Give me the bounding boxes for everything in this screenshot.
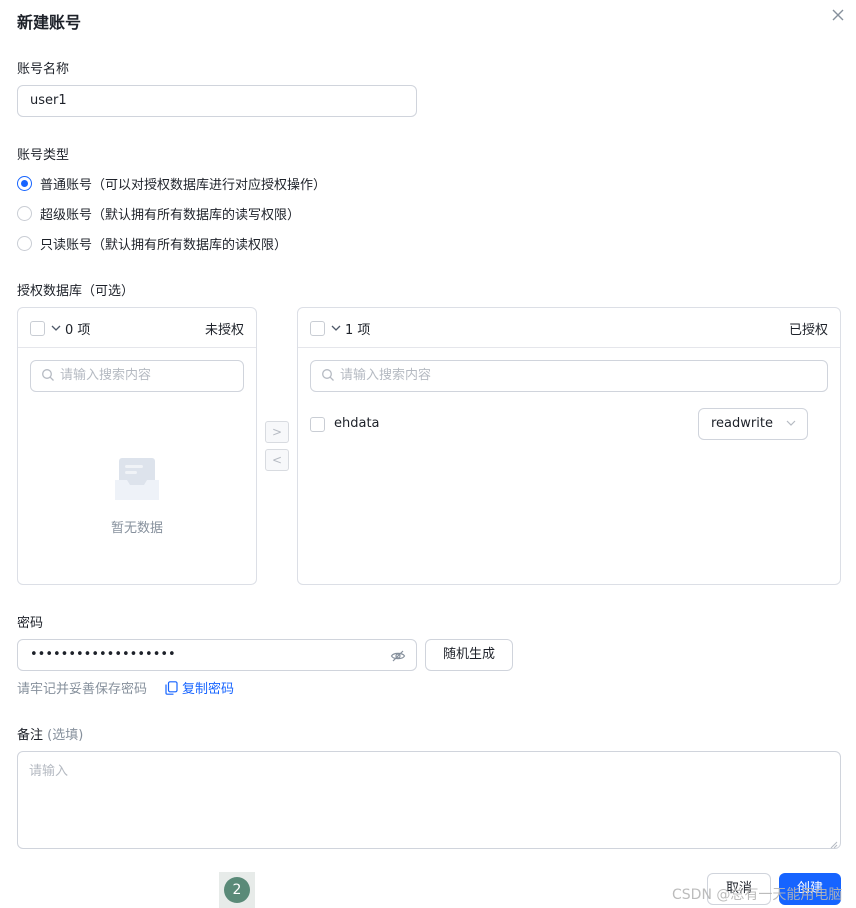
radio-option-readonly[interactable]: 只读账号（默认拥有所有数据库的读权限）: [17, 234, 287, 253]
item-checkbox[interactable]: [310, 417, 325, 432]
db-name: ehdata: [334, 416, 380, 431]
unauthorized-panel: 0 项 未授权 请输入搜索内容 暂无数据: [17, 307, 257, 585]
radio-button[interactable]: [17, 236, 32, 251]
radio-label: 超级账号（默认拥有所有数据库的读写权限）: [40, 208, 301, 223]
eye-off-icon[interactable]: [390, 648, 406, 664]
close-icon[interactable]: [829, 6, 847, 24]
password-value: •••••••••••••••••••: [30, 647, 176, 662]
resize-handle-icon[interactable]: [830, 838, 838, 849]
radio-label: 只读账号（默认拥有所有数据库的读权限）: [40, 238, 288, 253]
panel-header: 0 项 未授权: [18, 308, 256, 348]
remark-placeholder: 请输入: [29, 764, 69, 779]
copy-icon: [165, 680, 178, 695]
password-hint: 请牢记并妥善保存密码: [17, 682, 148, 697]
password-label: 密码: [17, 616, 44, 631]
chevron-down-icon[interactable]: [51, 322, 61, 335]
empty-text: 暂无数据: [110, 521, 163, 536]
move-left-button[interactable]: <: [265, 449, 289, 471]
panel-header: 1 项 已授权: [298, 308, 840, 348]
badge-number: 2: [224, 877, 250, 903]
account-name-label: 账号名称: [17, 62, 70, 77]
chevron-down-icon[interactable]: [331, 322, 341, 335]
panel-title: 未授权: [204, 323, 244, 338]
copy-password-link[interactable]: 复制密码: [165, 678, 234, 697]
panel-title: 已授权: [788, 323, 828, 338]
radio-label: 普通账号（可以对授权数据库进行对应授权操作）: [40, 178, 327, 193]
item-count: 1 项: [345, 323, 371, 338]
permission-value: readwrite: [711, 416, 773, 431]
dialog-title: 新建账号: [17, 13, 82, 32]
generate-password-button[interactable]: 随机生成: [425, 639, 513, 671]
move-right-button[interactable]: >: [265, 421, 289, 443]
remark-label-text: 备注: [17, 728, 44, 743]
radio-option-normal[interactable]: 普通账号（可以对授权数据库进行对应授权操作）: [17, 174, 326, 193]
auth-db-label: 授权数据库（可选）: [17, 284, 135, 299]
select-all-checkbox[interactable]: [310, 321, 325, 336]
left-search-input[interactable]: 请输入搜索内容: [30, 360, 244, 392]
remark-optional: (选填): [47, 728, 84, 743]
chevron-down-icon: [785, 417, 797, 429]
select-all-checkbox[interactable]: [30, 321, 45, 336]
remark-label: 备注 (选填): [17, 724, 83, 743]
radio-button[interactable]: [17, 206, 32, 221]
account-name-input[interactable]: user1: [17, 85, 417, 117]
radio-option-super[interactable]: 超级账号（默认拥有所有数据库的读写权限）: [17, 204, 300, 223]
search-placeholder: 请输入搜索内容: [340, 368, 432, 383]
item-count: 0 项: [65, 323, 91, 338]
search-icon: [321, 368, 335, 382]
list-item: ehdata readwrite: [310, 408, 828, 442]
search-icon: [41, 368, 55, 382]
page-badge: 2: [219, 872, 255, 908]
watermark: CSDN @总有一天能用电脑: [672, 887, 843, 903]
account-type-label: 账号类型: [17, 148, 70, 163]
authorized-panel: 1 项 已授权 请输入搜索内容 ehdata readwrite: [297, 307, 841, 585]
copy-password-label: 复制密码: [182, 682, 235, 697]
account-name-value: user1: [30, 93, 67, 108]
radio-button[interactable]: [17, 176, 32, 191]
search-placeholder: 请输入搜索内容: [60, 368, 152, 383]
permission-select[interactable]: readwrite: [698, 408, 808, 440]
empty-box-icon: [113, 454, 161, 502]
password-input[interactable]: •••••••••••••••••••: [17, 639, 417, 671]
right-search-input[interactable]: 请输入搜索内容: [310, 360, 828, 392]
remark-textarea[interactable]: 请输入: [17, 751, 841, 849]
